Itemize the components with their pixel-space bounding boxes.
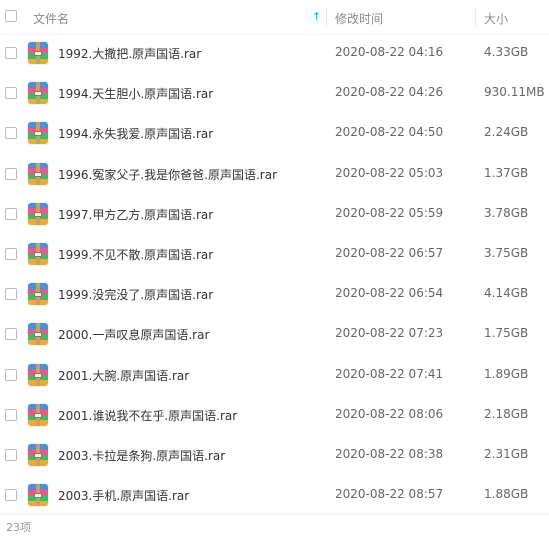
file-modified-date: 2020-08-22 06:57 — [335, 245, 444, 260]
file-size: 2.31GB — [484, 446, 529, 461]
file-row[interactable]: 2001.谁说我不在乎.原声国语.rar 2020-08-22 08:06 2.18… — [0, 395, 549, 435]
file-row[interactable]: 1999.不见不散.原声国语.rar 2020-08-22 06:57 3.75GB — [0, 234, 549, 274]
file-name[interactable]: 1997.甲方乙方.原声国语.rar — [58, 206, 213, 223]
file-name[interactable]: 2000.一声叹息原声国语.rar — [58, 326, 209, 343]
file-name[interactable]: 1994.天生胆小.原声国语.rar — [58, 85, 213, 102]
file-size: 2.18GB — [484, 406, 529, 421]
row-checkbox[interactable] — [5, 207, 17, 220]
file-row[interactable]: 1992.大撒把.原声国语.rar 2020-08-22 04:16 4.33GB — [0, 33, 549, 73]
row-checkbox[interactable] — [5, 247, 17, 260]
row-checkbox[interactable] — [5, 448, 17, 461]
rar-archive-icon — [28, 283, 48, 306]
file-size: 4.14GB — [484, 286, 529, 301]
file-modified-date: 2020-08-22 07:41 — [335, 366, 444, 381]
file-list: 文件名 ↑ 修改时间 大小 1992.大撒把.原声国语.rar 2020-08-2… — [0, 0, 549, 538]
file-name[interactable]: 1996.冤家父子.我是你爸爸.原声国语.rar — [58, 166, 277, 183]
item-count: 23项 — [6, 521, 31, 534]
file-row[interactable]: 1999.没完没了.原声国语.rar 2020-08-22 06:54 4.14GB — [0, 274, 549, 314]
rar-archive-icon — [28, 484, 48, 507]
column-divider[interactable] — [475, 8, 476, 26]
select-all-checkbox[interactable] — [5, 10, 17, 22]
file-name[interactable]: 2001.大腕.原声国语.rar — [58, 367, 189, 384]
file-size: 1.75GB — [484, 326, 529, 341]
file-modified-date: 2020-08-22 05:59 — [335, 205, 444, 220]
file-size: 2.24GB — [484, 125, 529, 140]
file-name[interactable]: 2001.谁说我不在乎.原声国语.rar — [58, 407, 237, 424]
file-row[interactable]: 1994.永失我爱.原声国语.rar 2020-08-22 04:50 2.24GB — [0, 113, 549, 153]
rar-archive-icon — [28, 443, 48, 466]
file-modified-date: 2020-08-22 05:03 — [335, 165, 444, 180]
rar-archive-icon — [28, 82, 48, 105]
file-size: 3.78GB — [484, 205, 529, 220]
file-row[interactable]: 2000.一声叹息原声国语.rar 2020-08-22 07:23 1.75GB — [0, 314, 549, 354]
file-size: 1.88GB — [484, 487, 529, 502]
row-checkbox[interactable] — [5, 127, 17, 140]
list-header: 文件名 ↑ 修改时间 大小 — [0, 0, 549, 35]
row-checkbox[interactable] — [5, 288, 17, 301]
file-name[interactable]: 1999.没完没了.原声国语.rar — [58, 286, 213, 303]
file-modified-date: 2020-08-22 07:23 — [335, 326, 444, 341]
file-size: 3.75GB — [484, 245, 529, 260]
file-size: 4.33GB — [484, 45, 529, 59]
row-checkbox[interactable] — [5, 368, 17, 381]
row-checkbox[interactable] — [5, 328, 17, 341]
file-row[interactable]: 2003.卡拉是条狗.原声国语.rar 2020-08-22 08:38 2.31G… — [0, 435, 549, 475]
row-checkbox[interactable] — [5, 489, 17, 502]
row-checkbox[interactable] — [5, 167, 17, 180]
file-name[interactable]: 2003.手机.原声国语.rar — [58, 487, 189, 504]
file-name[interactable]: 1999.不见不散.原声国语.rar — [58, 246, 213, 263]
rar-archive-icon — [28, 403, 48, 426]
file-name[interactable]: 2003.卡拉是条狗.原声国语.rar — [58, 447, 225, 464]
file-row[interactable]: 1994.天生胆小.原声国语.rar 2020-08-22 04:26 930.11… — [0, 73, 549, 113]
column-header-name[interactable]: 文件名 — [33, 10, 69, 27]
file-size: 1.37GB — [484, 165, 529, 180]
file-row[interactable]: 1997.甲方乙方.原声国语.rar 2020-08-22 05:59 3.78GB — [0, 194, 549, 234]
file-row[interactable]: 1996.冤家父子.我是你爸爸.原声国语.rar 2020-08-22 05:03… — [0, 154, 549, 194]
file-rows: 1992.大撒把.原声国语.rar 2020-08-22 04:16 4.33GB 1… — [0, 33, 549, 515]
file-modified-date: 2020-08-22 04:16 — [335, 45, 444, 59]
status-bar: 23项 — [0, 513, 549, 538]
file-row[interactable]: 2001.大腕.原声国语.rar 2020-08-22 07:41 1.89GB — [0, 355, 549, 395]
file-row[interactable]: 2003.手机.原声国语.rar 2020-08-22 08:57 1.88GB — [0, 475, 549, 515]
file-modified-date: 2020-08-22 08:57 — [335, 487, 444, 502]
row-checkbox[interactable] — [5, 408, 17, 421]
rar-archive-icon — [28, 202, 48, 225]
rar-archive-icon — [28, 363, 48, 386]
file-name[interactable]: 1994.永失我爱.原声国语.rar — [58, 125, 213, 142]
rar-archive-icon — [28, 42, 48, 64]
rar-archive-icon — [28, 242, 48, 265]
rar-archive-icon — [28, 162, 48, 185]
rar-archive-icon — [28, 323, 48, 346]
column-header-size[interactable]: 大小 — [484, 10, 508, 27]
file-modified-date: 2020-08-22 06:54 — [335, 286, 444, 301]
column-header-modified[interactable]: 修改时间 — [335, 10, 383, 27]
file-size: 930.11MB — [484, 85, 545, 100]
sort-ascending-icon[interactable]: ↑ — [312, 10, 321, 23]
file-size: 1.89GB — [484, 366, 529, 381]
file-modified-date: 2020-08-22 04:26 — [335, 85, 444, 100]
column-divider[interactable] — [326, 8, 327, 26]
file-modified-date: 2020-08-22 08:38 — [335, 446, 444, 461]
file-modified-date: 2020-08-22 04:50 — [335, 125, 444, 140]
file-name[interactable]: 1992.大撒把.原声国语.rar — [58, 45, 201, 62]
row-checkbox[interactable] — [5, 87, 17, 100]
file-modified-date: 2020-08-22 08:06 — [335, 406, 444, 421]
rar-archive-icon — [28, 122, 48, 145]
row-checkbox[interactable] — [5, 47, 17, 59]
